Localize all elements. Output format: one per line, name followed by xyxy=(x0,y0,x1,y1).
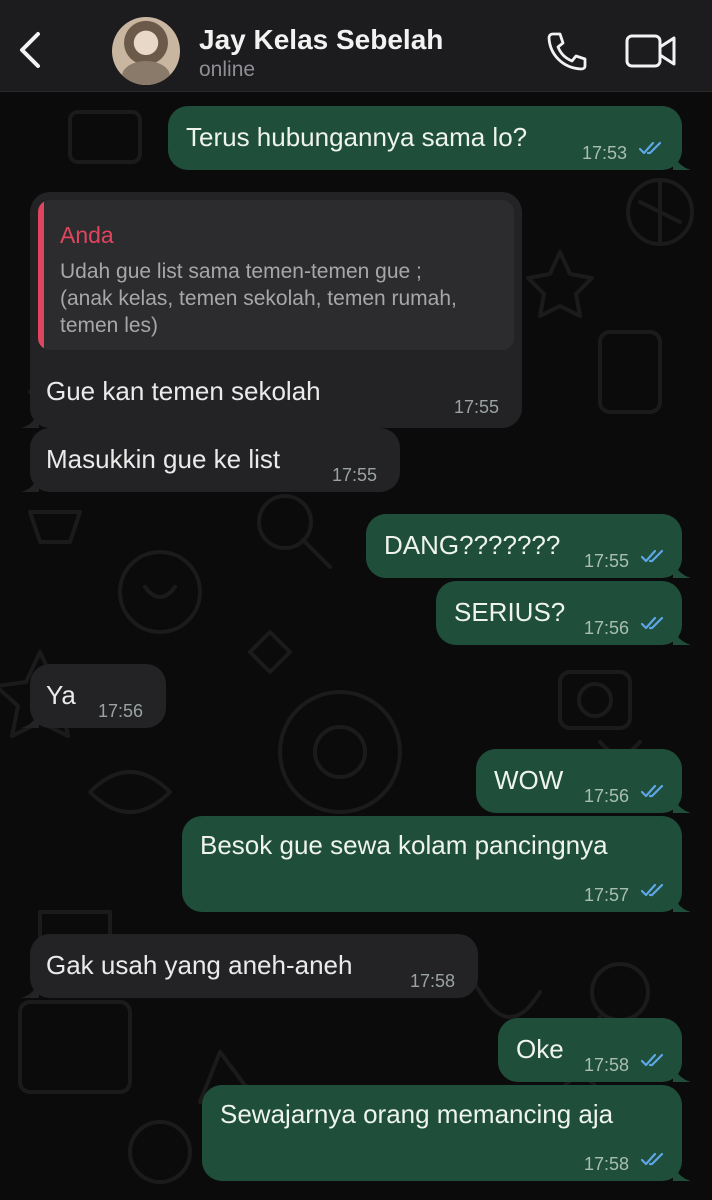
outgoing-message[interactable]: WOW 17:56 xyxy=(476,749,691,813)
contact-name[interactable]: Jay Kelas Sebelah xyxy=(199,24,443,56)
message-time: 17:53 xyxy=(582,143,628,163)
message-time: 17:58 xyxy=(410,971,456,991)
message-time: 17:55 xyxy=(332,465,378,485)
bubble-tail xyxy=(673,894,691,912)
outgoing-message[interactable]: Oke 17:58 xyxy=(498,1018,691,1082)
outgoing-message[interactable]: Besok gue sewa kolam pancingnya 17:57 xyxy=(182,816,691,912)
message-time: 17:58 xyxy=(584,1055,630,1075)
message-time: 17:55 xyxy=(584,551,630,571)
bubble-tail xyxy=(673,795,691,813)
quoted-text: Udah gue list sama temen-temen gue ; (an… xyxy=(60,260,457,337)
contact-status: online xyxy=(199,58,256,81)
read-receipt-icon xyxy=(640,1053,664,1067)
message-text: Gue kan temen sekolah xyxy=(46,376,321,406)
message-text: WOW xyxy=(494,765,564,795)
message-text: Ya xyxy=(46,680,76,710)
message-text: Sewajarnya orang memancing aja xyxy=(220,1099,614,1129)
message-list[interactable]: Terus hubungannya sama lo? 17:53 Anda Udah … xyxy=(0,92,712,1200)
quoted-reply[interactable]: Anda Udah gue list sama temen-temen gue ;… xyxy=(38,200,514,350)
message-time: 17:58 xyxy=(584,1154,630,1174)
message-time: 17:56 xyxy=(584,786,630,806)
bubble-tail xyxy=(673,627,691,645)
video-camera-icon[interactable] xyxy=(625,33,677,69)
message-time: 17:55 xyxy=(454,397,500,417)
bubble-tail xyxy=(21,474,39,492)
incoming-message[interactable]: Gak usah yang aneh-aneh 17:58 xyxy=(21,934,478,998)
incoming-message[interactable]: Anda Udah gue list sama temen-temen gue ;… xyxy=(21,192,522,428)
message-text: DANG??????? xyxy=(384,530,561,560)
chevron-left-icon[interactable] xyxy=(14,30,48,70)
bubble-tail xyxy=(673,1163,691,1181)
incoming-message[interactable]: Ya 17:56 xyxy=(21,664,166,728)
bubble-tail xyxy=(21,980,39,998)
read-receipt-icon xyxy=(640,1152,664,1166)
read-receipt-icon xyxy=(640,883,664,897)
bubble-tail xyxy=(21,410,39,428)
message-text: Terus hubungannya sama lo? xyxy=(186,122,528,152)
message-text: Besok gue sewa kolam pancingnya xyxy=(200,830,608,860)
bubble-tail xyxy=(673,560,691,578)
chat-header: Jay Kelas Sebelah online xyxy=(0,0,712,92)
read-receipt-icon xyxy=(638,141,662,155)
incoming-message[interactable]: Masukkin gue ke list 17:55 xyxy=(21,428,400,492)
message-time: 17:56 xyxy=(584,618,630,638)
read-receipt-icon xyxy=(640,784,664,798)
outgoing-message[interactable]: Sewajarnya orang memancing aja 17:58 xyxy=(202,1085,691,1181)
quoted-sender: Anda xyxy=(60,222,114,248)
message-text: Masukkin gue ke list xyxy=(46,444,281,474)
outgoing-message[interactable]: SERIUS? 17:56 xyxy=(436,581,691,645)
avatar[interactable] xyxy=(112,17,180,85)
bubble-tail xyxy=(673,152,691,170)
read-receipt-icon xyxy=(640,549,664,563)
message-time: 17:57 xyxy=(584,885,630,905)
bubble-tail xyxy=(673,1064,691,1082)
outgoing-message[interactable]: DANG??????? 17:55 xyxy=(366,514,691,578)
phone-icon[interactable] xyxy=(545,31,587,71)
bubble-tail xyxy=(21,710,39,728)
read-receipt-icon xyxy=(640,616,664,630)
quote-accent-bar xyxy=(38,200,44,350)
message-text: Gak usah yang aneh-aneh xyxy=(46,950,353,980)
message-time: 17:56 xyxy=(98,701,144,721)
message-text: Oke xyxy=(516,1034,564,1064)
message-text: SERIUS? xyxy=(454,597,566,627)
outgoing-message[interactable]: Terus hubungannya sama lo? 17:53 xyxy=(168,106,691,170)
